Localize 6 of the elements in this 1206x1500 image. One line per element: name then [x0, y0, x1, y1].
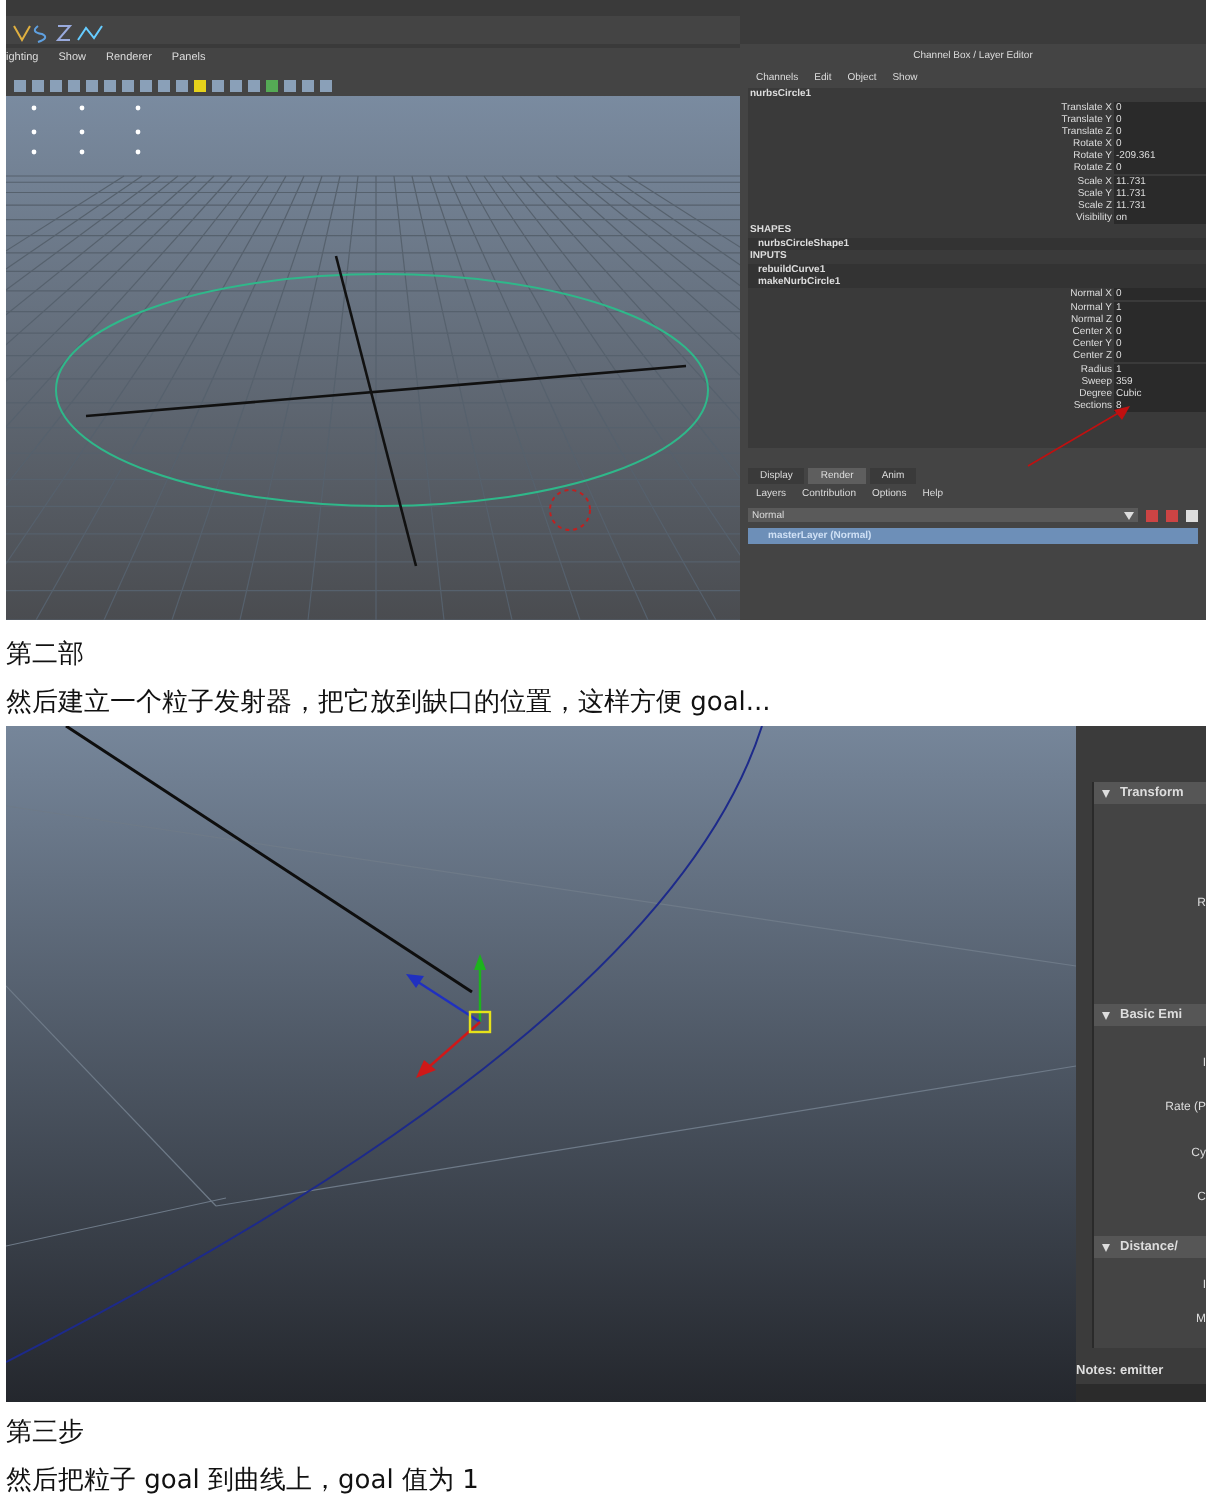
step-heading: 第三步	[6, 1416, 86, 1452]
step-heading: 第二部	[6, 638, 86, 674]
step-text: 然后建立一个粒子发射器，把它放到缺口的位置，这样方便 goal...	[6, 686, 773, 722]
caret-icon	[1124, 511, 1134, 519]
notes-field[interactable]	[1076, 1384, 1206, 1402]
step-text: 然后把粒子 goal 到曲线上，goal 值为 1	[6, 1464, 481, 1500]
